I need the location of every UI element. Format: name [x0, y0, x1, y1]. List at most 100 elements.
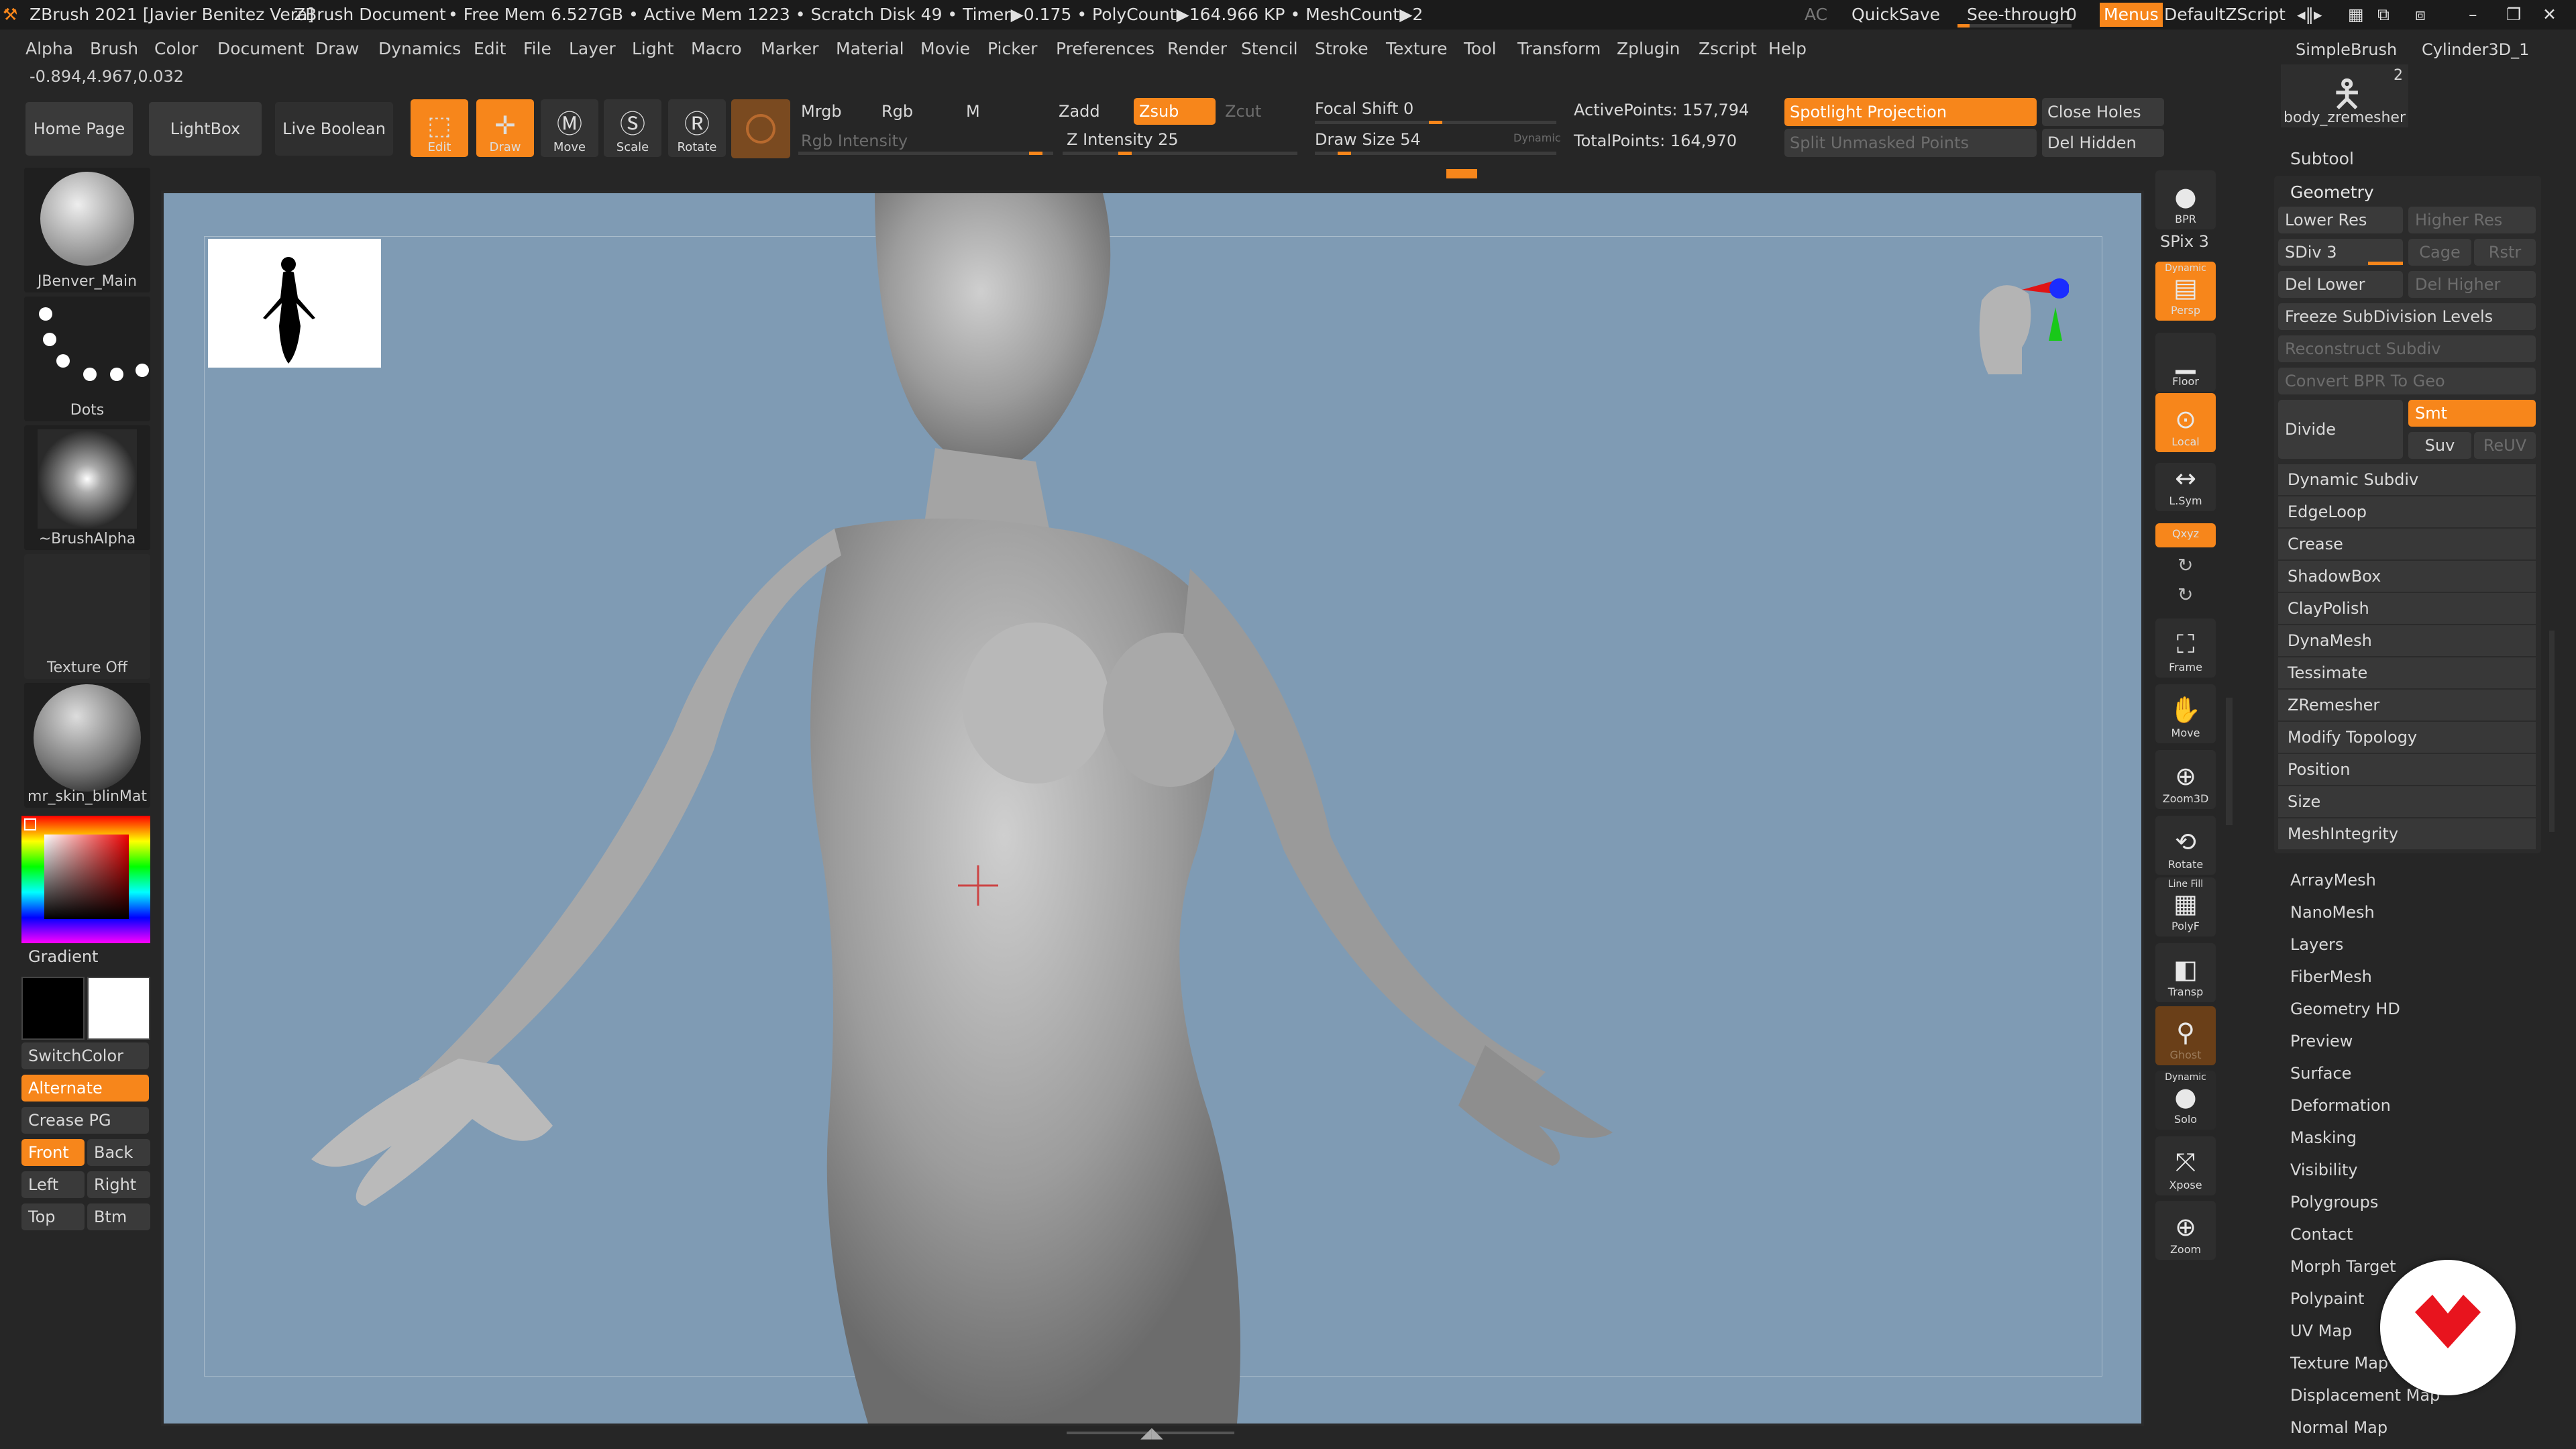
- del-hidden-button[interactable]: Del Hidden: [2042, 129, 2164, 157]
- minimize-icon[interactable]: –: [2469, 0, 2477, 30]
- menu-file[interactable]: File: [523, 31, 551, 67]
- del-lower-button[interactable]: Del Lower: [2278, 271, 2403, 298]
- switch-color-button[interactable]: SwitchColor: [21, 1042, 149, 1069]
- size-section[interactable]: Size: [2278, 786, 2536, 817]
- draw-size-slider[interactable]: [1315, 152, 1556, 155]
- xpose-button[interactable]: ⤧ Xpose: [2155, 1136, 2216, 1195]
- subpalette-polypaint[interactable]: Polypaint: [2290, 1289, 2364, 1308]
- subpalette-contact[interactable]: Contact: [2290, 1225, 2353, 1244]
- panel-scrollbar[interactable]: [2549, 631, 2555, 832]
- color-saturation-square[interactable]: [44, 835, 129, 919]
- menu-color[interactable]: Color: [154, 31, 198, 67]
- quicksave-button[interactable]: QuickSave: [1851, 0, 1940, 30]
- secondary-color-swatch[interactable]: [21, 977, 85, 1040]
- zsub-button[interactable]: Zsub: [1134, 98, 1216, 125]
- menu-transform[interactable]: Transform: [1517, 31, 1601, 67]
- lightbox-button[interactable]: LightBox: [149, 102, 262, 156]
- spotlight-projection-button[interactable]: Spotlight Projection: [1784, 98, 2037, 126]
- divide-button[interactable]: Divide: [2278, 400, 2403, 459]
- edit-button[interactable]: ⬚ Edit: [411, 99, 468, 157]
- main-color-swatch[interactable]: [87, 977, 150, 1040]
- menu-picker[interactable]: Picker: [987, 31, 1037, 67]
- subpalette-normal-map[interactable]: Normal Map: [2290, 1418, 2387, 1437]
- rgb-button[interactable]: Rgb: [881, 102, 913, 121]
- material-thumbnail[interactable]: mr_skin_blinMat: [24, 683, 150, 808]
- freeze-subdivision-button[interactable]: Freeze SubDivision Levels: [2278, 303, 2536, 330]
- zremesher-section[interactable]: ZRemesher: [2278, 690, 2536, 720]
- close-holes-button[interactable]: Close Holes: [2042, 98, 2164, 126]
- menu-render[interactable]: Render: [1167, 31, 1227, 67]
- rgb-intensity-label[interactable]: Rgb Intensity: [801, 131, 908, 150]
- simplebrush-tool[interactable]: SimpleBrush: [2296, 40, 2397, 59]
- smt-toggle[interactable]: Smt: [2408, 400, 2536, 427]
- subpalette-arraymesh[interactable]: ArrayMesh: [2290, 871, 2376, 890]
- edgeloop-section[interactable]: EdgeLoop: [2278, 496, 2536, 527]
- draw-button[interactable]: ✛ Draw: [476, 99, 534, 157]
- polyf-button[interactable]: Line Fill ▦ PolyF: [2155, 877, 2216, 936]
- stroke-thumbnail[interactable]: Dots: [24, 297, 150, 421]
- subpalette-preview[interactable]: Preview: [2290, 1032, 2353, 1051]
- menu-light[interactable]: Light: [632, 31, 674, 67]
- split-unmasked-points-button[interactable]: Split Unmasked Points: [1784, 129, 2037, 157]
- menu-dynamics[interactable]: Dynamics: [378, 31, 461, 67]
- draw-size-label[interactable]: Draw Size 54: [1315, 130, 1421, 149]
- bottom-tray-handle[interactable]: ◢◣: [1067, 1425, 1234, 1442]
- dock-icon[interactable]: ⧉: [2377, 0, 2390, 30]
- sculpt-model[interactable]: [164, 193, 2141, 1424]
- menu-material[interactable]: Material: [836, 31, 904, 67]
- rstr-button[interactable]: Rstr: [2474, 239, 2536, 266]
- bpr-button[interactable]: ● BPR: [2155, 170, 2216, 229]
- menu-marker[interactable]: Marker: [761, 31, 818, 67]
- dynamic-toggle[interactable]: Dynamic: [1513, 131, 1561, 144]
- color-picker[interactable]: [21, 816, 150, 943]
- shadowbox-section[interactable]: ShadowBox: [2278, 561, 2536, 592]
- zoom3d-button[interactable]: ⊕ Zoom3D: [2155, 750, 2216, 809]
- left-button[interactable]: Left: [21, 1171, 85, 1198]
- bottom-button[interactable]: Btm: [87, 1203, 150, 1230]
- higher-res-button[interactable]: Higher Res: [2408, 207, 2536, 233]
- menu-zplugin[interactable]: Zplugin: [1617, 31, 1680, 67]
- mrgb-button[interactable]: Mrgb: [801, 102, 842, 121]
- convert-bpr-button[interactable]: Convert BPR To Geo: [2278, 368, 2536, 394]
- subtool-header[interactable]: Subtool: [2290, 149, 2354, 168]
- viewport-move-button[interactable]: ✋ Move: [2155, 684, 2216, 743]
- menu-stencil[interactable]: Stencil: [1241, 31, 1298, 67]
- subpalette-fibermesh[interactable]: FiberMesh: [2290, 967, 2372, 986]
- alternate-button[interactable]: Alternate: [21, 1075, 149, 1102]
- floor-button[interactable]: ▁ Floor: [2155, 333, 2216, 392]
- m-button[interactable]: M: [966, 102, 980, 121]
- menu-layer[interactable]: Layer: [569, 31, 616, 67]
- see-through-slider[interactable]: [1957, 24, 2072, 28]
- zadd-button[interactable]: Zadd: [1059, 102, 1100, 121]
- front-button[interactable]: Front: [21, 1139, 85, 1166]
- subpalette-surface[interactable]: Surface: [2290, 1064, 2351, 1083]
- rotate-y-icon[interactable]: ↻: [2178, 554, 2193, 576]
- right-tray-handle[interactable]: [2226, 698, 2233, 825]
- subpalette-nanomesh[interactable]: NanoMesh: [2290, 903, 2375, 922]
- cylinder3d-tool[interactable]: Cylinder3D_1: [2422, 40, 2529, 59]
- menu-tool[interactable]: Tool: [1464, 31, 1497, 67]
- layout-arrows-icon[interactable]: ◂‖▸: [2297, 0, 2322, 30]
- scale-button[interactable]: Ⓢ Scale: [604, 99, 661, 157]
- menu-zscript[interactable]: Zscript: [1699, 31, 1757, 67]
- z-intensity-slider[interactable]: [1063, 152, 1297, 155]
- modify-topology-section[interactable]: Modify Topology: [2278, 722, 2536, 753]
- lsym-button[interactable]: ↔ L.Sym: [2155, 463, 2216, 511]
- cage-button[interactable]: Cage: [2408, 239, 2471, 266]
- solo-button[interactable]: Dynamic ● Solo: [2155, 1071, 2216, 1130]
- menus-button[interactable]: Menus: [2100, 3, 2163, 27]
- top-button[interactable]: Top: [21, 1203, 85, 1230]
- suv-toggle[interactable]: Suv: [2408, 432, 2471, 459]
- subpalette-layers[interactable]: Layers: [2290, 935, 2343, 954]
- dynamesh-section[interactable]: DynaMesh: [2278, 625, 2536, 656]
- move-button[interactable]: Ⓜ Move: [541, 99, 598, 157]
- viewport-rotate-button[interactable]: ⟲ Rotate: [2155, 816, 2216, 875]
- ghost-button[interactable]: ⚲ Ghost: [2155, 1006, 2216, 1065]
- menu-brush[interactable]: Brush: [90, 31, 138, 67]
- menu-movie[interactable]: Movie: [920, 31, 970, 67]
- transp-button[interactable]: ◧ Transp: [2155, 943, 2216, 1002]
- menu-stroke[interactable]: Stroke: [1315, 31, 1368, 67]
- position-section[interactable]: Position: [2278, 754, 2536, 785]
- texture-thumbnail[interactable]: Texture Off: [24, 554, 150, 679]
- frame-button[interactable]: ⛶ Frame: [2155, 619, 2216, 678]
